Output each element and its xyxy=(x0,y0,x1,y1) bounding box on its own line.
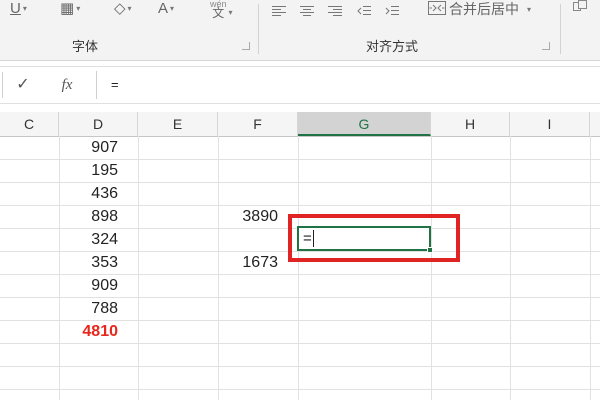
column-header-row: C D E F G H I xyxy=(0,112,600,137)
chevron-down-icon[interactable]: ▾ xyxy=(23,4,27,13)
cell-d-row-8[interactable]: 788 xyxy=(59,297,138,320)
column-header-e[interactable]: E xyxy=(138,112,218,136)
ribbon-overflow-icon[interactable] xyxy=(572,0,588,22)
cell-f-row-7[interactable] xyxy=(218,274,298,297)
merge-center-button[interactable]: 合并后居中 ▾ xyxy=(428,0,531,22)
cell-d-row-5[interactable]: 324 xyxy=(59,228,138,251)
dialog-launcher-icon[interactable] xyxy=(542,42,550,50)
fill-color-icon: ◇ xyxy=(114,0,126,17)
cell-d-row-2[interactable]: 195 xyxy=(59,159,138,182)
cell-f-row-4[interactable]: 3890 xyxy=(218,205,298,228)
underline-button[interactable]: U ▾ xyxy=(10,0,27,22)
grid-column-line xyxy=(138,136,139,400)
chevron-down-icon[interactable]: ▾ xyxy=(229,8,233,17)
chevron-down-icon[interactable]: ▾ xyxy=(76,4,80,13)
cell-f-row-5[interactable] xyxy=(218,228,298,251)
cell-f-row-6[interactable]: 1673 xyxy=(218,251,298,274)
merge-center-icon xyxy=(428,1,446,19)
grid-column-line xyxy=(590,136,591,400)
cell-f-row-8[interactable] xyxy=(218,297,298,320)
align-center-icon[interactable] xyxy=(300,5,315,17)
grid-column-line xyxy=(510,136,511,400)
phonetic-icon: wén 文 xyxy=(210,0,227,20)
border-icon: ▦ xyxy=(60,0,75,17)
group-divider xyxy=(560,4,561,54)
column-header-g[interactable]: G xyxy=(298,112,431,136)
phonetic-button[interactable]: wén 文 ▾ xyxy=(210,0,233,22)
align-left-icon[interactable] xyxy=(272,5,286,17)
group-divider xyxy=(258,4,259,54)
column-header-c[interactable]: C xyxy=(0,112,59,136)
cell-f-row-1[interactable] xyxy=(218,136,298,159)
cell-f-row-3[interactable] xyxy=(218,182,298,205)
chevron-down-icon[interactable]: ▾ xyxy=(170,4,174,13)
cell-d-row-9[interactable]: 4810 xyxy=(59,320,138,343)
alignment-group-label: 对齐方式 xyxy=(366,40,419,55)
cell-d-row-3[interactable]: 436 xyxy=(59,182,138,205)
alignment-controls xyxy=(272,2,409,24)
font-color-icon: A xyxy=(158,0,169,17)
formula-input[interactable]: = xyxy=(96,71,600,99)
cell-f-row-2[interactable] xyxy=(218,159,298,182)
name-box-divider xyxy=(2,72,3,98)
insert-function-icon[interactable]: fx xyxy=(54,74,80,96)
font-group-label: 字体 xyxy=(72,40,99,55)
highlight-annotation-box xyxy=(288,214,460,262)
enter-check-icon[interactable]: ✓ xyxy=(10,74,36,96)
merge-center-label: 合并后居中 xyxy=(449,2,519,18)
column-header-h[interactable]: H xyxy=(431,112,510,136)
grid-column-line xyxy=(298,136,299,400)
font-color-button[interactable]: A ▾ xyxy=(158,0,174,22)
chevron-down-icon[interactable]: ▾ xyxy=(128,4,132,13)
cell-d-row-4[interactable]: 898 xyxy=(59,205,138,228)
cell-f-row-9[interactable] xyxy=(218,320,298,343)
border-button[interactable]: ▦ ▾ xyxy=(60,0,80,22)
underline-icon: U xyxy=(10,0,21,17)
column-header-d[interactable]: D xyxy=(59,112,138,136)
increase-indent-icon[interactable] xyxy=(385,5,399,17)
cell-d-row-6[interactable]: 353 xyxy=(59,251,138,274)
chevron-down-icon[interactable]: ▾ xyxy=(527,5,531,14)
ribbon: U ▾ ▦ ▾ ◇ ▾ A ▾ wén 文 ▾ 字体 合并后居中 ▾ 对齐方式 xyxy=(0,0,600,61)
fill-color-button[interactable]: ◇ ▾ xyxy=(114,0,132,22)
grid-column-line xyxy=(431,136,432,400)
column-header-f[interactable]: F xyxy=(218,112,298,136)
cell-d-row-7[interactable]: 909 xyxy=(59,274,138,297)
dialog-launcher-icon[interactable] xyxy=(242,42,250,50)
column-header-i[interactable]: I xyxy=(510,112,590,136)
decrease-indent-icon[interactable] xyxy=(356,5,371,17)
cell-d-row-1[interactable]: 907 xyxy=(59,136,138,159)
formula-bar: ✓ fx = xyxy=(0,66,600,104)
align-right-icon[interactable] xyxy=(328,5,343,17)
worksheet-grid[interactable]: = 907 195 436 898 324 353 909 788 4810 3890 1673 xyxy=(0,136,600,400)
